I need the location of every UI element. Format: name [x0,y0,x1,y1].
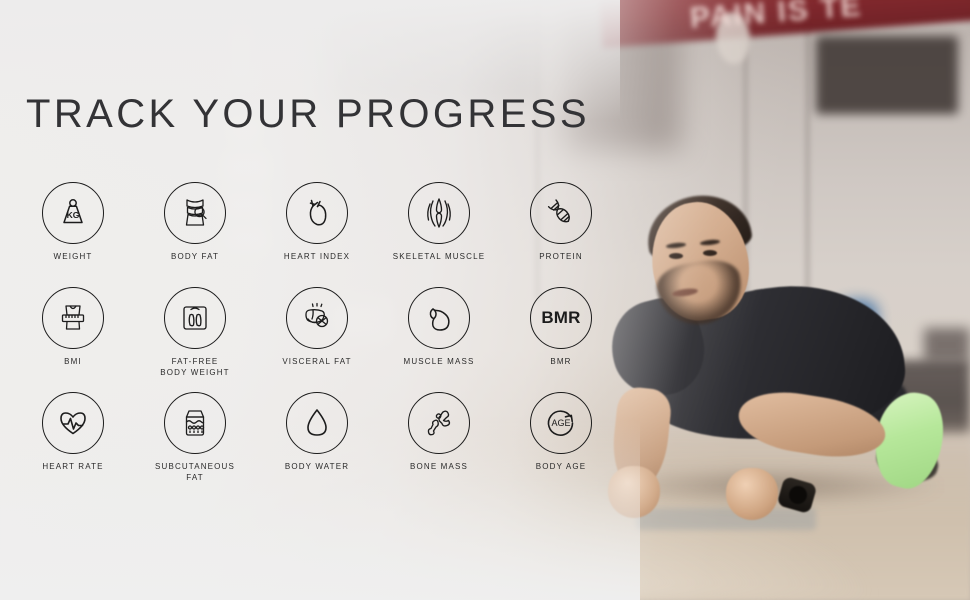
metric-icon-circle: AGE [530,392,592,454]
heart-index-icon [309,199,327,226]
body-age-icon-text: AGE [551,418,570,428]
metric-icon-circle [286,287,348,349]
metric-label: SUBCUTANEOUS FAT [155,462,235,482]
metric-icon-circle [408,182,470,244]
metric-protein[interactable]: PROTEIN [500,182,622,287]
metric-bone-mass[interactable]: BONE MASS [378,392,500,497]
metric-label: BODY FAT [170,252,220,261]
metric-icon-circle [164,182,226,244]
bicep-icon [429,308,450,331]
metric-label: VISCERAL FAT [282,357,352,366]
metric-body-water[interactable]: BODY WATER [256,392,378,497]
heart-pulse-icon [60,412,86,435]
metric-visceral-fat[interactable]: VISCERAL FAT [256,287,378,392]
svg-text:KG: KG [67,210,80,220]
metric-icon-circle [408,287,470,349]
metrics-row: KG WEIGHT BODY FAT HEART INDEX SKELETAL … [12,182,624,287]
metric-fat-free-body-weight[interactable]: FAT-FREE BODY WEIGHT [134,287,256,392]
protein-dna-icon [547,199,570,223]
metric-icon-circle [42,287,104,349]
metric-icon-circle [42,392,104,454]
track-your-progress-banner: PAIN IS TE TRACK YOU [0,0,970,600]
metric-icon-circle [530,182,592,244]
metric-label: BMR [550,357,572,366]
metric-bmi[interactable]: BMI [12,287,134,392]
subcutaneous-fat-icon [185,410,205,436]
metric-icon-circle: BMR [530,287,592,349]
bmi-tape-icon [61,305,85,330]
metric-icon-circle [164,287,226,349]
metric-icon-circle: KG [42,182,104,244]
metrics-row: BMI FAT-FREE BODY WEIGHT VISCERAL FAT MU… [12,287,624,392]
metric-label: HEART INDEX [283,252,351,261]
metric-muscle-mass[interactable]: MUSCLE MASS [378,287,500,392]
body-scale-icon [183,306,207,330]
metric-label: MUSCLE MASS [403,357,475,366]
metric-label: FAT-FREE BODY WEIGHT [160,357,230,377]
metric-label: BODY WATER [284,462,350,471]
metric-label: SKELETAL MUSCLE [392,252,486,261]
weight-kg-icon: KG [63,199,83,224]
metric-label: BMI [64,357,82,366]
metric-label: PROTEIN [539,252,583,261]
metric-icon-circle [164,392,226,454]
page-title: TRACK YOUR PROGRESS [26,92,590,136]
banner-content: TRACK YOUR PROGRESS KG WEIGHT BODY FAT H… [0,0,970,600]
metric-heart-index[interactable]: HEART INDEX [256,182,378,287]
water-drop-icon [307,409,327,436]
metric-label: BODY AGE [535,462,587,471]
metric-icon-circle [408,392,470,454]
metric-body-fat[interactable]: BODY FAT [134,182,256,287]
visceral-fat-icon [305,302,329,328]
metric-subcutaneous-fat[interactable]: SUBCUTANEOUS FAT [134,392,256,497]
metrics-row: HEART RATE SUBCUTANEOUS FAT BODY WATER B… [12,392,624,497]
skeletal-muscle-icon [427,198,451,228]
metric-icon-circle [286,392,348,454]
metric-heart-rate[interactable]: HEART RATE [12,392,134,497]
metric-icon-circle [286,182,348,244]
metric-weight[interactable]: KG WEIGHT [12,182,134,287]
body-age-icon: AGE [547,410,574,436]
metric-bmr[interactable]: BMR BMR [500,287,622,392]
metric-label: BONE MASS [410,462,468,471]
metric-label: HEART RATE [42,462,104,471]
metric-body-age[interactable]: AGE BODY AGE [500,392,622,497]
metrics-grid: KG WEIGHT BODY FAT HEART INDEX SKELETAL … [12,182,624,497]
metric-skeletal-muscle[interactable]: SKELETAL MUSCLE [378,182,500,287]
bmr-text-icon: BMR [541,308,581,327]
bone-mass-icon [427,410,451,436]
body-fat-icon [185,199,207,226]
metric-label: WEIGHT [53,252,93,261]
